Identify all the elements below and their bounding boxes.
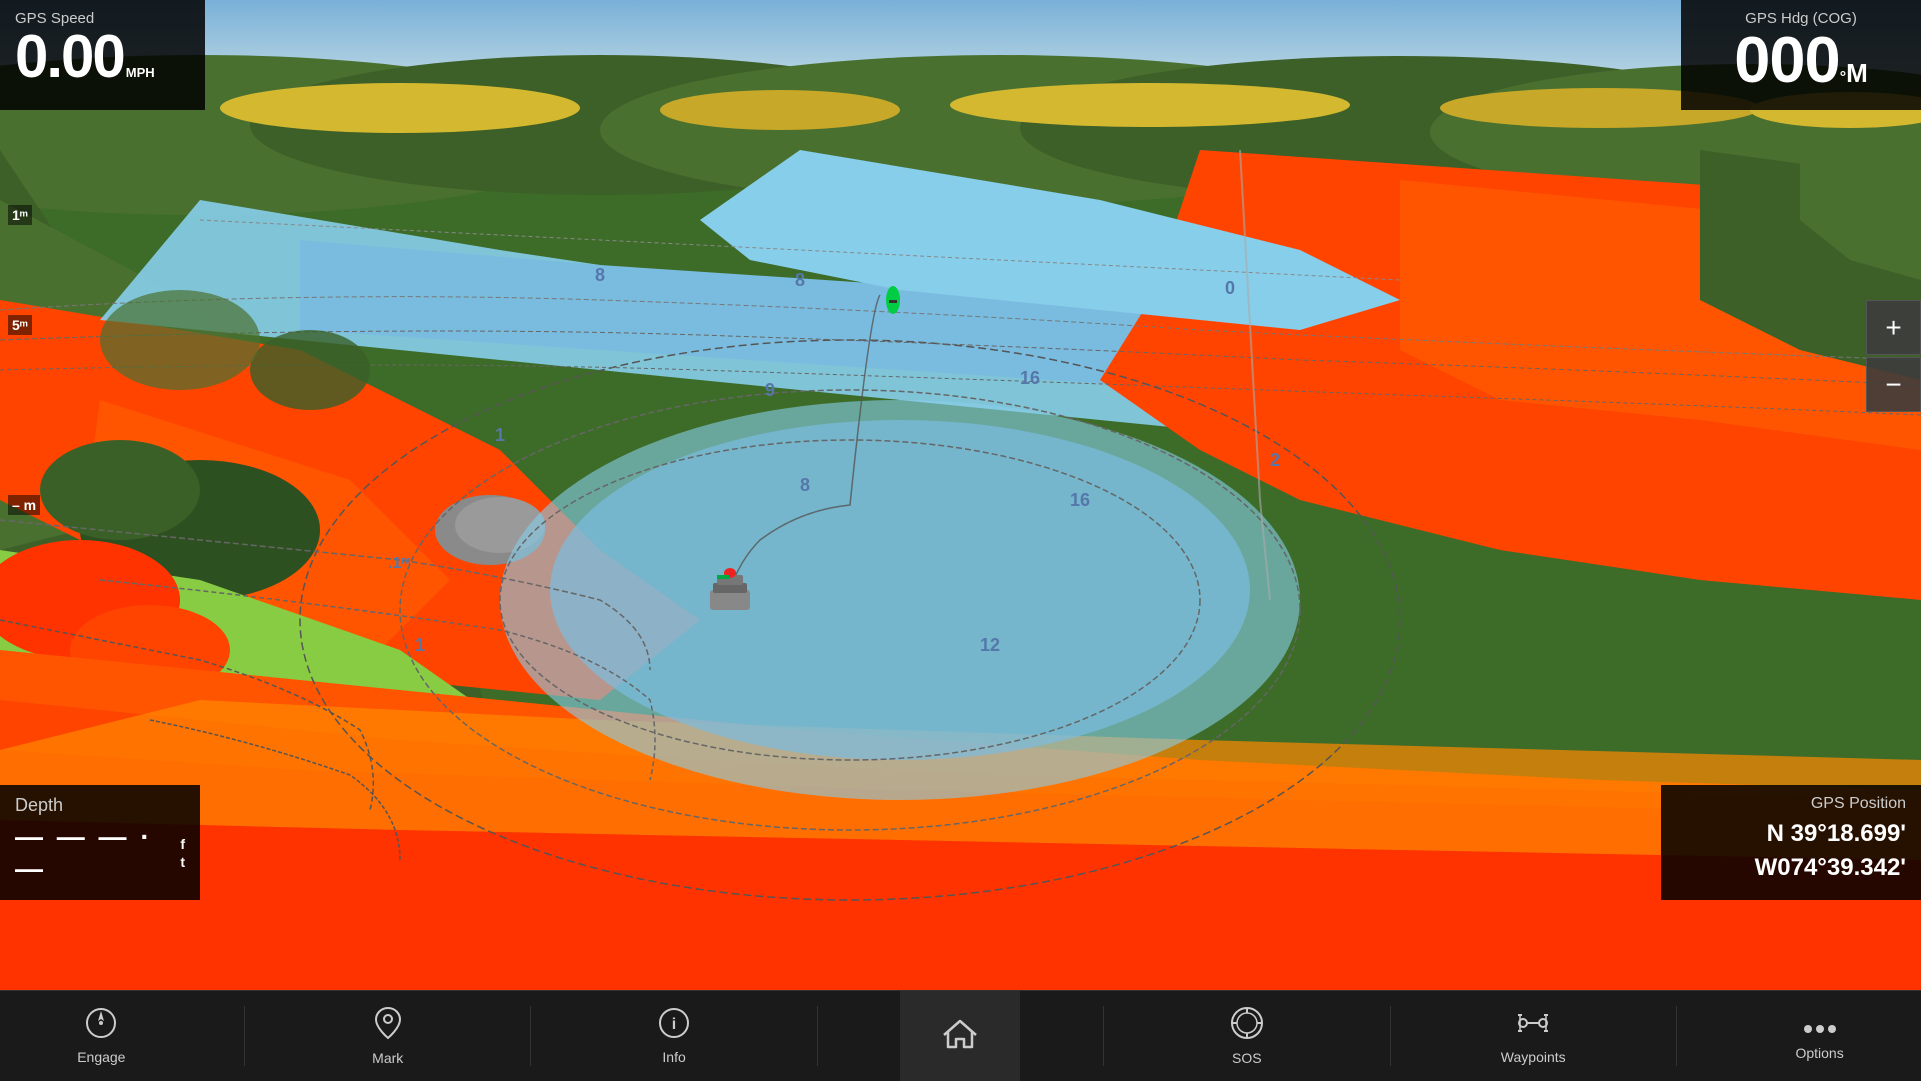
gps-speed-unit: MPH	[126, 66, 155, 79]
nav-sos[interactable]: SOS	[1187, 991, 1307, 1081]
zoom-out-button[interactable]: −	[1866, 357, 1921, 412]
nav-engage-label: Engage	[77, 1049, 125, 1065]
depth-dash: — — — · —	[15, 821, 174, 885]
home-icon	[942, 1017, 978, 1055]
bottom-nav: Engage Mark i Info	[0, 990, 1921, 1080]
info-icon: i	[658, 1007, 690, 1045]
nav-mark-label: Mark	[372, 1050, 403, 1066]
gps-heading-value: 000	[1734, 27, 1839, 92]
scale-label-m: – m	[8, 495, 40, 515]
nav-mark[interactable]: Mark	[328, 991, 448, 1081]
gps-position-box: GPS Position N 39°18.699' W074°39.342'	[1661, 785, 1921, 900]
nav-divider-6	[1676, 1006, 1677, 1066]
nav-divider-2	[530, 1006, 531, 1066]
depth-box: Depth — — — · — f t	[0, 785, 200, 900]
nav-home[interactable]	[900, 991, 1020, 1081]
nav-info-label: Info	[662, 1049, 685, 1065]
nav-waypoints[interactable]: Waypoints	[1473, 991, 1593, 1081]
nav-waypoints-label: Waypoints	[1501, 1049, 1566, 1065]
options-icon	[1803, 1011, 1837, 1041]
nav-divider-3	[817, 1006, 818, 1066]
nav-divider-1	[244, 1006, 245, 1066]
zoom-in-button[interactable]: +	[1866, 300, 1921, 355]
gps-lon: W074°39.342'	[1676, 851, 1906, 885]
mark-icon	[374, 1006, 402, 1046]
map-container[interactable]: GPS Speed 0.00 MPH GPS Hdg (COG) 000 ° M…	[0, 0, 1921, 990]
depth-value: — — — · — f t	[15, 821, 185, 885]
map-terrain	[0, 0, 1921, 990]
nav-sos-label: SOS	[1232, 1050, 1262, 1066]
nav-divider-4	[1103, 1006, 1104, 1066]
scale-label-5m: 5ᵐ	[8, 315, 32, 335]
gps-position-value: N 39°18.699' W074°39.342'	[1676, 817, 1906, 884]
zoom-controls: + −	[1866, 300, 1921, 412]
scale-label-1m: 1ᵐ	[8, 205, 32, 225]
gps-lat: N 39°18.699'	[1676, 817, 1906, 851]
gps-heading-mag: M	[1846, 58, 1868, 89]
gps-speed-box: GPS Speed 0.00 MPH	[0, 0, 205, 110]
nav-options[interactable]: Options	[1760, 991, 1880, 1081]
nav-info[interactable]: i Info	[614, 991, 734, 1081]
gps-heading-box: GPS Hdg (COG) 000 ° M	[1681, 0, 1921, 110]
svg-text:i: i	[672, 1016, 676, 1033]
engage-icon	[85, 1007, 117, 1045]
waypoints-icon	[1516, 1007, 1550, 1045]
depth-label: Depth	[15, 795, 185, 816]
nav-options-label: Options	[1795, 1045, 1843, 1061]
gps-position-label: GPS Position	[1676, 795, 1906, 813]
sos-icon	[1230, 1006, 1264, 1046]
nav-engage[interactable]: Engage	[41, 991, 161, 1081]
gps-speed-value: 0.00	[15, 27, 124, 87]
depth-unit: f t	[180, 835, 185, 871]
nav-divider-5	[1390, 1006, 1391, 1066]
